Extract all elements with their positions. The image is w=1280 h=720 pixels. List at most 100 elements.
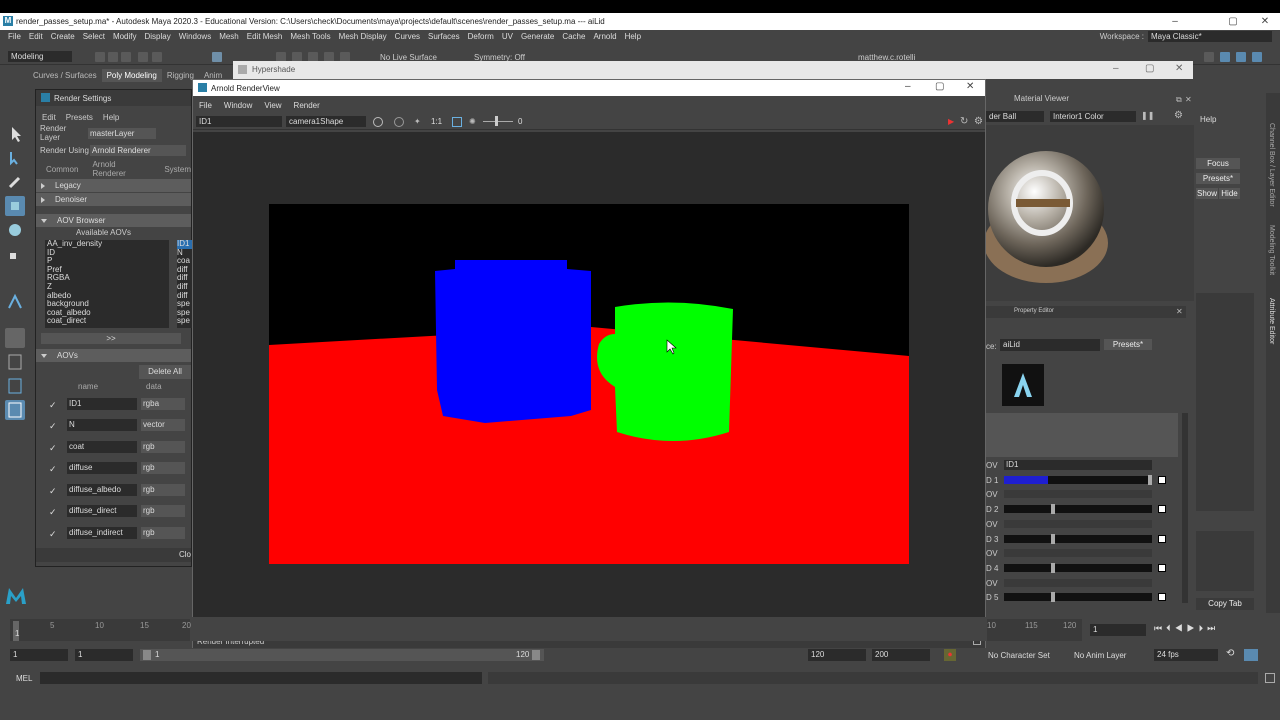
aov-slider-knob[interactable] bbox=[1051, 504, 1056, 515]
renderview-maximize-icon[interactable]: ▢ bbox=[935, 81, 944, 92]
tab-attribute-editor[interactable]: Attribute Editor bbox=[1268, 298, 1275, 344]
range-inner-start-field[interactable]: 1 bbox=[75, 649, 133, 661]
list-item[interactable]: spe bbox=[177, 317, 193, 326]
mv-pause-icon[interactable]: ❚❚ bbox=[1141, 111, 1154, 120]
menu-create[interactable]: Create bbox=[47, 32, 79, 41]
mode-dropdown[interactable]: Modeling bbox=[8, 51, 72, 62]
tab-common[interactable]: Common bbox=[46, 165, 78, 174]
copy-tab-button[interactable]: Copy Tab bbox=[1196, 598, 1254, 610]
menu-file[interactable]: File bbox=[4, 32, 25, 41]
node-name-field[interactable]: aiLid bbox=[1000, 339, 1100, 351]
select-tool-icon[interactable] bbox=[212, 52, 222, 62]
table-row[interactable]: ✓ coat rgb bbox=[41, 441, 191, 454]
environment-dropdown[interactable]: Interior1 Color bbox=[1050, 111, 1136, 122]
menu-mesh-tools[interactable]: Mesh Tools bbox=[286, 32, 334, 41]
check-icon[interactable]: ✓ bbox=[49, 444, 57, 453]
command-language-label[interactable]: MEL bbox=[16, 674, 32, 683]
table-row[interactable]: ✓ diffuse_indirect rgb bbox=[41, 527, 191, 540]
rs-menu-help[interactable]: Help bbox=[103, 113, 119, 122]
hypershade-minimize-icon[interactable]: – bbox=[1113, 63, 1119, 74]
available-aovs-list[interactable]: AA_inv_density ID P Pref RGBA Z albedo b… bbox=[45, 239, 175, 328]
table-row[interactable]: ✓ diffuse_direct rgb bbox=[41, 505, 191, 518]
playback-controls-icon[interactable]: ⏮⏴◀▶⏵⏭ bbox=[1154, 623, 1219, 634]
add-aov-button[interactable]: >> bbox=[41, 333, 181, 344]
range-outer-end-field[interactable]: 200 bbox=[872, 649, 930, 661]
geometry-dropdown[interactable]: der Ball bbox=[986, 111, 1044, 122]
menu-windows[interactable]: Windows bbox=[175, 32, 215, 41]
scale-tool-icon[interactable] bbox=[5, 244, 25, 264]
aov-map-button-icon[interactable] bbox=[1158, 475, 1166, 484]
section-aovs[interactable]: AOVs bbox=[36, 349, 191, 362]
material-preview[interactable] bbox=[984, 125, 1194, 301]
menu-mesh-display[interactable]: Mesh Display bbox=[335, 32, 391, 41]
time-slider[interactable]: 1 5 10 15 20 10 115 120 1 ⏮⏴◀▶⏵⏭ bbox=[0, 617, 1280, 641]
cb-help-label[interactable]: Help bbox=[1200, 115, 1216, 124]
snapshot-icon[interactable]: ✦ bbox=[414, 117, 421, 126]
range-handle-right[interactable] bbox=[532, 650, 540, 660]
menu-display[interactable]: Display bbox=[141, 32, 175, 41]
aov-slider-knob[interactable] bbox=[1051, 562, 1056, 573]
shelf-tab-curves[interactable]: Curves / Surfaces bbox=[28, 69, 102, 82]
menu-uv[interactable]: UV bbox=[498, 32, 517, 41]
section-aov-browser[interactable]: AOV Browser bbox=[36, 214, 191, 227]
pe-presets-button[interactable]: Presets* bbox=[1104, 339, 1152, 350]
aov-name-field[interactable]: ID1 bbox=[1004, 460, 1152, 470]
hide-button[interactable]: Hide bbox=[1219, 188, 1240, 199]
exposure-value[interactable]: 0 bbox=[518, 117, 522, 126]
menu-arnold[interactable]: Arnold bbox=[589, 32, 620, 41]
aov-slider-track[interactable] bbox=[1004, 533, 1152, 544]
rv-menu-render[interactable]: Render bbox=[294, 101, 320, 110]
render-layer-dropdown[interactable]: masterLayer bbox=[88, 127, 156, 139]
exposure-icon[interactable]: ✺ bbox=[469, 117, 476, 126]
aov-slider-row[interactable]: D 4 bbox=[986, 562, 1176, 574]
range-bar[interactable]: 1 120 bbox=[140, 649, 544, 661]
rv-menu-file[interactable]: File bbox=[199, 101, 212, 110]
exposure-slider-knob[interactable] bbox=[495, 116, 498, 126]
display-icon[interactable] bbox=[394, 117, 404, 127]
maximize-icon[interactable]: ▢ bbox=[1218, 13, 1248, 30]
list-item[interactable]: AA_inv_density bbox=[47, 239, 175, 249]
refresh-render-icon[interactable]: ↻ bbox=[960, 116, 968, 127]
new-scene-icon[interactable] bbox=[95, 52, 105, 62]
fps-dropdown[interactable]: 24 fps bbox=[1154, 649, 1218, 661]
aov-slider-knob[interactable] bbox=[1148, 474, 1152, 485]
aov-slider-row[interactable]: D 3 bbox=[986, 533, 1176, 545]
menu-curves[interactable]: Curves bbox=[391, 32, 424, 41]
menu-edit-mesh[interactable]: Edit Mesh bbox=[243, 32, 287, 41]
menu-generate[interactable]: Generate bbox=[517, 32, 558, 41]
hypershade-close-icon[interactable]: ✕ bbox=[1175, 63, 1183, 74]
aov-slider-row[interactable]: D 1 bbox=[986, 474, 1176, 486]
loop-icon[interactable]: ⟲ bbox=[1226, 648, 1234, 659]
menu-edit[interactable]: Edit bbox=[25, 32, 47, 41]
mv-settings-icon[interactable]: ⚙ bbox=[1174, 110, 1183, 121]
mv-close-icon[interactable]: ✕ bbox=[1185, 95, 1192, 104]
paint-select-icon[interactable] bbox=[5, 172, 25, 192]
active-aovs-list[interactable]: ID1 N coa diff diff diff diff spe spe sp… bbox=[177, 239, 193, 328]
layout-outliner-icon[interactable] bbox=[5, 400, 25, 420]
table-row[interactable]: ✓ diffuse rgb bbox=[41, 462, 191, 475]
rs-menu-presets[interactable]: Presets bbox=[66, 113, 93, 122]
mv-float-icon[interactable]: ⧉ bbox=[1176, 95, 1182, 105]
aov-map-button-icon[interactable] bbox=[1158, 505, 1166, 514]
lasso-icon[interactable] bbox=[5, 148, 25, 168]
aov-dropdown[interactable]: ID1 bbox=[196, 116, 282, 127]
aov-map-button-icon[interactable] bbox=[1158, 563, 1166, 572]
presets-button[interactable]: Presets* bbox=[1196, 173, 1240, 184]
layout-icon-1[interactable] bbox=[1204, 52, 1214, 62]
settings-gear-icon[interactable]: ⚙ bbox=[974, 116, 983, 127]
check-icon[interactable]: ✓ bbox=[49, 465, 57, 474]
undo-icon[interactable] bbox=[138, 52, 148, 62]
menu-select[interactable]: Select bbox=[79, 32, 109, 41]
ratio-label[interactable]: 1:1 bbox=[431, 117, 442, 126]
renderview-minimize-icon[interactable]: – bbox=[905, 81, 911, 92]
rv-menu-view[interactable]: View bbox=[264, 101, 281, 110]
focus-button[interactable]: Focus bbox=[1196, 158, 1240, 169]
aov-slider-row[interactable]: D 2 bbox=[986, 504, 1176, 515]
list-item[interactable]: ID bbox=[47, 248, 175, 258]
range-end-field[interactable]: 120 bbox=[808, 649, 866, 661]
check-icon[interactable]: ✓ bbox=[49, 530, 57, 539]
layout-icon-3[interactable] bbox=[1236, 52, 1246, 62]
menu-modify[interactable]: Modify bbox=[109, 32, 141, 41]
stop-render-icon[interactable]: ▶ bbox=[948, 117, 954, 126]
aov-slider-track[interactable] bbox=[1004, 474, 1152, 485]
